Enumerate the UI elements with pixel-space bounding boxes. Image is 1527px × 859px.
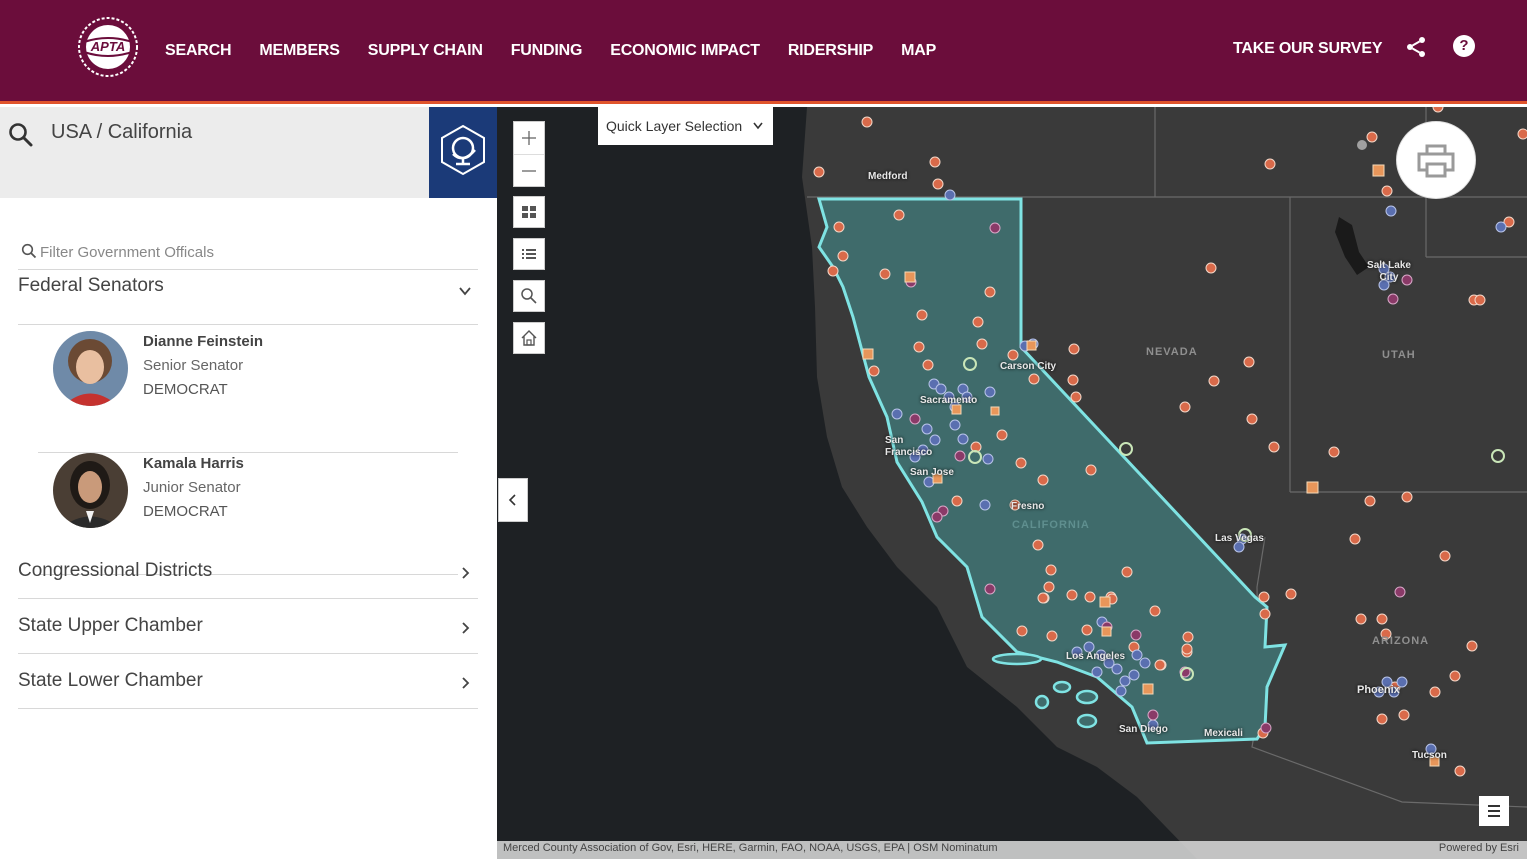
city-label: San Diego <box>1119 724 1168 735</box>
city-label: Phoenix <box>1357 684 1400 696</box>
officials-filter <box>18 237 478 270</box>
grid-icon <box>522 206 536 218</box>
senator-card[interactable]: Dianne Feinstein Senior Senator DEMOCRAT <box>38 331 458 453</box>
attribution-text: Merced County Association of Gov, Esri, … <box>503 842 998 854</box>
senator-party: DEMOCRAT <box>143 503 228 520</box>
nav-map[interactable]: MAP <box>901 42 936 60</box>
apta-logo[interactable]: APTA <box>76 16 140 78</box>
filter-search-icon <box>21 243 37 259</box>
collapse-sidebar-button[interactable] <box>498 478 528 522</box>
city-label: Las Vegas <box>1215 533 1264 544</box>
nav-ridership[interactable]: RIDERSHIP <box>788 42 874 60</box>
city-label: San Jose <box>910 467 954 478</box>
chevron-right-icon <box>462 677 470 689</box>
menu-icon <box>1488 805 1500 817</box>
nav-supply-chain[interactable]: SUPPLY CHAIN <box>368 42 483 60</box>
nav-members[interactable]: MEMBERS <box>259 42 340 60</box>
city-label: Carson City <box>1000 361 1057 372</box>
city-label: Tucson <box>1412 750 1447 761</box>
chevron-down-icon <box>753 122 763 130</box>
section-state-lower-chamber[interactable]: State Lower Chamber <box>18 654 478 709</box>
avatar <box>53 331 128 406</box>
chevron-right-icon <box>462 622 470 634</box>
filter-input[interactable] <box>40 240 470 264</box>
search-icon <box>9 123 33 147</box>
senator-party: DEMOCRAT <box>143 381 228 398</box>
take-survey-link[interactable]: TAKE OUR SURVEY <box>1233 40 1383 58</box>
zoom-controls <box>513 121 545 187</box>
senator-role: Junior Senator <box>143 479 241 496</box>
home-icon <box>521 330 537 346</box>
chevron-left-icon <box>508 494 516 506</box>
location-search[interactable]: USA / California <box>0 107 429 198</box>
layer-list-button[interactable] <box>513 238 545 270</box>
powered-by-link[interactable]: Powered by Esri <box>1439 842 1519 854</box>
sidebar: USA / California Federal Senators <box>0 107 497 859</box>
state-label: UTAH <box>1382 349 1416 361</box>
logo-text: APTA <box>90 39 125 54</box>
printer-icon <box>1417 144 1455 178</box>
city-label: Mexicali <box>1204 728 1243 739</box>
avatar <box>53 453 128 528</box>
home-button[interactable] <box>513 322 545 354</box>
city-label: Salt Lake City <box>1367 260 1411 283</box>
city-label: Sacramento <box>920 395 978 406</box>
city-label: Los Angeles <box>1066 651 1126 662</box>
quick-layer-dropdown[interactable]: Quick Layer Selection <box>598 107 773 145</box>
state-label: ARIZONA <box>1372 635 1430 647</box>
map-canvas[interactable] <box>497 107 1527 859</box>
section-label: Federal Senators <box>18 275 164 296</box>
map-view[interactable]: Medford Carson City Sacramento San Franc… <box>497 107 1527 859</box>
main-nav: SEARCH MEMBERS SUPPLY CHAIN FUNDING ECON… <box>165 42 964 60</box>
legend-button[interactable] <box>1479 796 1509 826</box>
zoom-out-button[interactable] <box>514 154 544 186</box>
city-label: San Francisco <box>885 435 933 458</box>
magnifier-icon <box>521 288 537 304</box>
section-federal-senators[interactable]: Federal Senators <box>18 270 478 325</box>
app-header: APTA SEARCH MEMBERS SUPPLY CHAIN FUNDING… <box>0 0 1527 104</box>
section-congressional-districts[interactable]: Congressional Districts <box>18 544 478 599</box>
quick-layer-label: Quick Layer Selection <box>606 118 743 134</box>
chevron-right-icon <box>462 567 470 579</box>
state-label: CALIFORNIA <box>1012 519 1090 531</box>
nav-economic-impact[interactable]: ECONOMIC IMPACT <box>610 42 760 60</box>
nav-search[interactable]: SEARCH <box>165 42 232 60</box>
map-attribution: Merced County Association of Gov, Esri, … <box>497 841 1527 859</box>
section-label: Congressional Districts <box>18 560 213 581</box>
senator-name: Dianne Feinstein <box>143 333 264 350</box>
chevron-down-icon <box>459 287 471 296</box>
map-search-button[interactable] <box>513 280 545 312</box>
section-state-upper-chamber[interactable]: State Upper Chamber <box>18 599 478 654</box>
search-value[interactable]: USA / California <box>51 121 192 144</box>
list-icon <box>522 249 536 259</box>
share-icon[interactable] <box>1404 35 1428 59</box>
senator-name: Kamala Harris <box>143 455 244 472</box>
basemap-gallery-button[interactable] <box>513 196 545 228</box>
help-icon[interactable]: ? <box>1453 35 1475 57</box>
plus-icon <box>522 131 536 145</box>
minus-icon <box>522 170 536 172</box>
section-label: State Lower Chamber <box>18 670 203 691</box>
zoom-in-button[interactable] <box>514 122 544 154</box>
nav-funding[interactable]: FUNDING <box>511 42 583 60</box>
senator-role: Senior Senator <box>143 357 244 374</box>
city-label: Medford <box>868 171 908 182</box>
globe-location-button[interactable] <box>429 107 497 198</box>
print-button[interactable] <box>1396 121 1476 199</box>
state-label: NEVADA <box>1146 346 1198 358</box>
city-label: Fresno <box>1011 501 1045 512</box>
section-label: State Upper Chamber <box>18 615 203 636</box>
globe-icon <box>441 124 485 176</box>
